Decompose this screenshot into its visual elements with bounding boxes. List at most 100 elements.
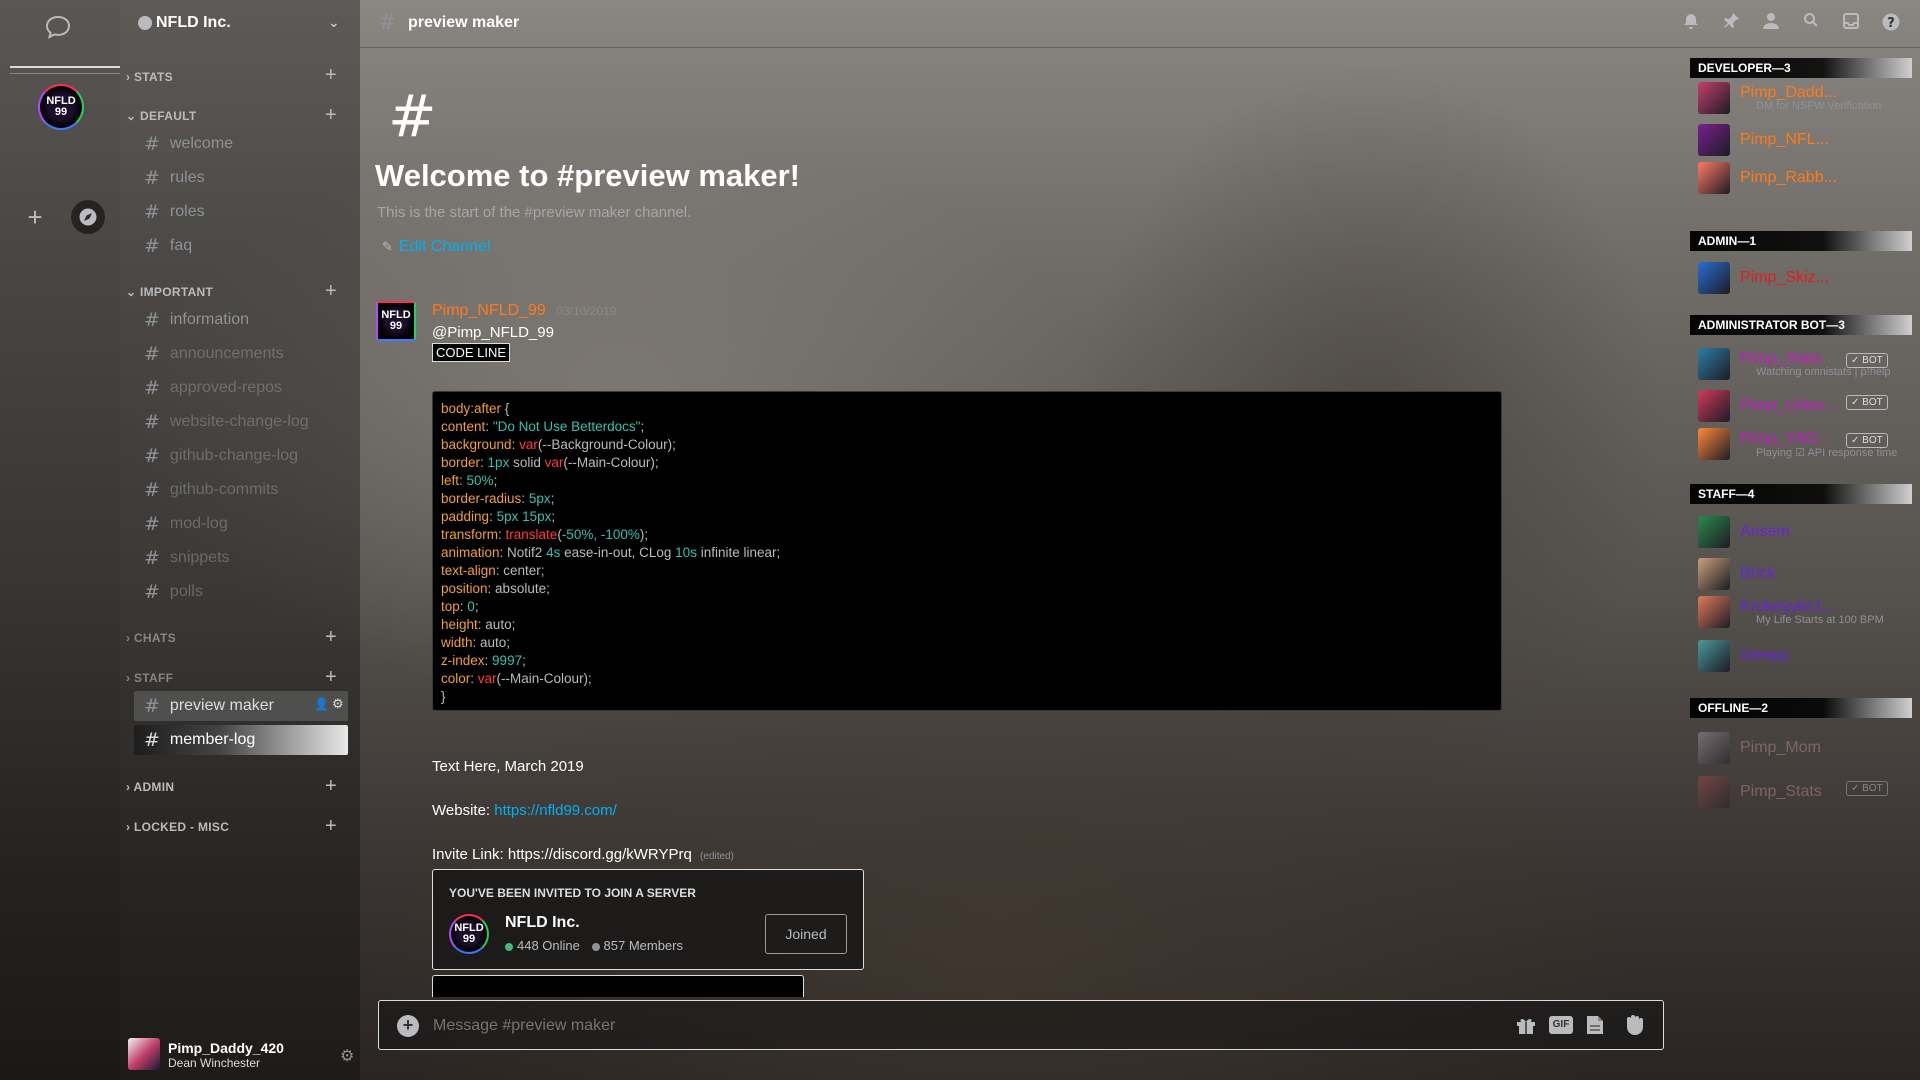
channel-preview-maker[interactable]: # preview maker 👤 ⚙ — [134, 691, 348, 721]
pin-icon[interactable] — [1720, 12, 1742, 34]
category-locked-misc[interactable]: › LOCKED - MISC — [126, 820, 229, 834]
channel-github-change-log[interactable]: # github-change-log — [134, 441, 348, 471]
code-line: top: 0; — [441, 598, 1493, 616]
server-header[interactable]: NFLD Inc. ⌄ — [120, 0, 360, 48]
channel-faq[interactable]: # faq — [134, 231, 348, 261]
upload-plus-icon[interactable]: + — [397, 1015, 419, 1037]
member-item[interactable]: Krokeyyks1... My Life Starts at 100 BPM — [1694, 592, 1914, 632]
user-avatar[interactable] — [128, 1038, 160, 1070]
code-line: left: 50%; — [441, 472, 1493, 490]
channel-roles[interactable]: # roles — [134, 197, 348, 227]
help-icon[interactable]: ? — [1880, 12, 1902, 34]
username: Pimp_Daddy_420 — [168, 1040, 284, 1056]
add-channel-icon[interactable]: + — [325, 627, 337, 647]
gif-icon[interactable]: GIF — [1549, 1016, 1573, 1034]
channel-github-commits[interactable]: # github-commits — [134, 475, 348, 505]
message-header: Pimp_NFLD_99 03/10/2019 — [432, 302, 616, 320]
add-channel-icon[interactable]: + — [325, 281, 337, 301]
member-avatar — [1698, 596, 1730, 628]
member-item[interactable]: Ansem — [1694, 512, 1914, 552]
code-token: 5px — [528, 491, 551, 506]
message-author-avatar[interactable]: NFLD 99 — [376, 301, 416, 341]
member-list: DEVELOPER—3 Pimp_Dadd... DM for NSFW Verif… — [1680, 48, 1920, 1080]
channel-website-change-log[interactable]: # website-change-log — [134, 407, 348, 437]
channel-member-log[interactable]: # member-log — [134, 725, 348, 755]
member-group-header: DEVELOPER—3 — [1690, 58, 1912, 78]
bell-icon[interactable] — [1680, 12, 1702, 34]
channel-snippets[interactable]: # snippets — [134, 543, 348, 573]
website-link[interactable]: https://nfld99.com/ — [494, 802, 617, 819]
code-token: : — [485, 419, 493, 434]
hashtag-icon: # — [378, 10, 397, 35]
code-token: var — [519, 437, 538, 452]
add-channel-icon[interactable]: + — [325, 776, 337, 796]
inbox-icon[interactable] — [1840, 12, 1862, 34]
member-item[interactable]: Pimp_Rabb... — [1694, 158, 1914, 198]
direct-messages-icon[interactable] — [44, 14, 76, 42]
welcome-title: Welcome to #preview maker! — [375, 158, 800, 193]
category-stats[interactable]: › STATS — [126, 70, 173, 84]
member-item[interactable]: Brick — [1694, 554, 1914, 594]
joined-button[interactable]: Joined — [765, 914, 847, 954]
channel-title: preview maker — [408, 14, 520, 31]
member-avatar — [1698, 428, 1730, 460]
sticker-icon[interactable] — [1585, 1014, 1605, 1041]
online-dot — [505, 942, 513, 951]
message-text: Text Here, March 2019 — [432, 758, 584, 775]
channel-header: # preview maker ? — [360, 0, 1920, 48]
channel-rules[interactable]: # rules — [134, 163, 348, 193]
member-item[interactable]: Pimp_Stats Watching omnistats | p!help ✓ B… — [1694, 344, 1914, 384]
member-group-header: ADMIN—1 — [1690, 231, 1912, 251]
member-item[interactable]: Sleepy — [1694, 636, 1914, 676]
gift-icon[interactable] — [1515, 1015, 1537, 1040]
members-icon[interactable] — [1760, 12, 1782, 34]
code-token: : — [484, 653, 493, 668]
invite-link[interactable]: Invite Link: https://discord.gg/kWRYPrq — [432, 846, 692, 863]
member-item[interactable]: Pimp_Stats ✓ BOT — [1694, 772, 1914, 812]
message-input[interactable] — [433, 1013, 1433, 1039]
category-default[interactable]: ⌄ DEFAULT — [126, 109, 197, 123]
channel-welcome[interactable]: # welcome — [134, 129, 348, 159]
category-chats[interactable]: › CHATS — [126, 631, 176, 645]
member-name: Brick — [1740, 565, 1776, 582]
add-channel-icon[interactable]: + — [325, 816, 337, 836]
settings-gear-icon[interactable]: ⚙ — [340, 1046, 354, 1066]
search-icon[interactable] — [1800, 12, 1822, 34]
website-label: Website: — [432, 802, 495, 819]
code-token: ease-in-out, CLog — [560, 545, 676, 560]
channel-polls[interactable]: # polls — [134, 577, 348, 607]
channel-approved-repos[interactable]: # approved-repos — [134, 373, 348, 403]
gear-icon[interactable]: ⚙ — [332, 696, 344, 712]
emoji-icon[interactable] — [1623, 1014, 1645, 1041]
channel-announcements[interactable]: # announcements — [134, 339, 348, 369]
add-channel-icon[interactable]: + — [325, 667, 337, 687]
chevron-down-icon[interactable]: ⌄ — [328, 14, 340, 31]
online-count: 448 Online — [517, 938, 580, 953]
mention[interactable]: @Pimp_NFLD_99 — [432, 324, 554, 341]
member-item[interactable]: Pimp_Mom — [1694, 728, 1914, 768]
edit-channel-link[interactable]: ✎ Edit Channel — [382, 238, 491, 256]
explore-servers-button[interactable] — [71, 200, 105, 234]
category-staff[interactable]: › STAFF — [126, 671, 173, 685]
channel-mod-log[interactable]: # mod-log — [134, 509, 348, 539]
code-line: height: auto; — [441, 616, 1493, 634]
code-token: : — [489, 509, 497, 524]
member-item[interactable]: Pimp_Skiz... — [1694, 258, 1914, 298]
add-server-button[interactable]: + — [18, 200, 52, 234]
invite-icon[interactable]: 👤 — [314, 697, 329, 711]
member-item[interactable]: Pimp_NFL... — [1694, 120, 1914, 160]
hashtag-icon: # — [144, 167, 160, 189]
hashtag-icon: # — [144, 513, 160, 535]
channel-information[interactable]: # information — [134, 305, 348, 335]
server-icon-nfld[interactable]: NFLD 99 — [38, 84, 84, 130]
category-important[interactable]: ⌄ IMPORTANT — [126, 285, 213, 299]
member-item[interactable]: Pimp_Dadd... DM for NSFW Verification — [1694, 78, 1914, 118]
channel-label: welcome — [169, 135, 234, 152]
category-admin[interactable]: › ADMIN — [126, 780, 174, 794]
member-item[interactable]: Pimp_YAG... Playing ☑ API response time ✓ … — [1694, 424, 1914, 464]
add-channel-icon[interactable]: + — [325, 65, 337, 85]
add-channel-icon[interactable]: + — [325, 105, 337, 125]
category-label: STAFF — [133, 671, 174, 685]
message-author[interactable]: Pimp_NFLD_99 — [432, 302, 546, 319]
member-item[interactable]: Pimp_Unbo... ✓ BOT — [1694, 386, 1914, 426]
